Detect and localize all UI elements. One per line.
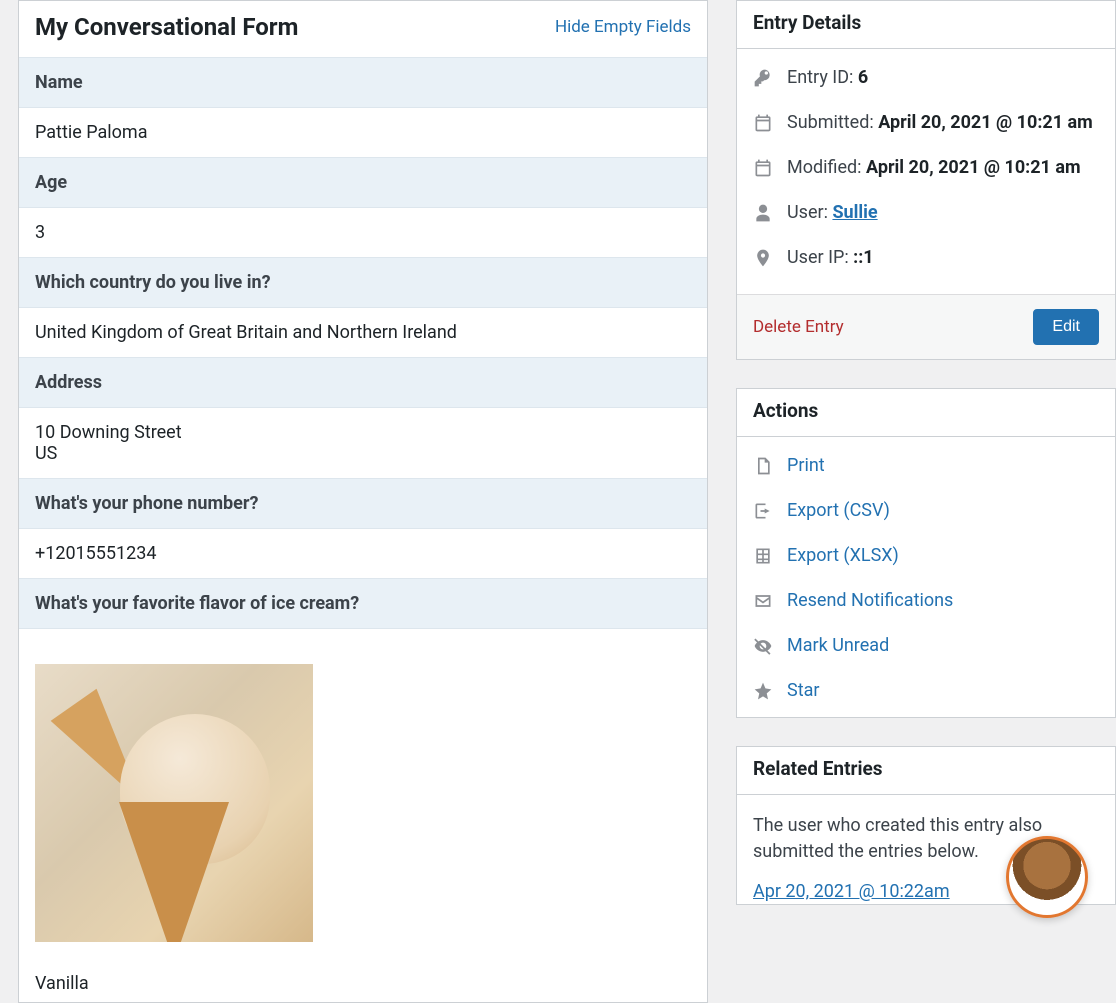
action-print[interactable]: Print	[753, 455, 1099, 476]
form-title: My Conversational Form	[35, 13, 298, 41]
action-resend-notifications[interactable]: Resend Notifications	[753, 590, 1099, 611]
field-label-address: Address	[19, 357, 707, 408]
entry-id-row: Entry ID: 6	[753, 67, 1099, 88]
user-row: User: Sullie	[753, 202, 1099, 223]
spreadsheet-icon	[753, 546, 773, 566]
form-entry-panel: My Conversational Form Hide Empty Fields…	[18, 0, 708, 1003]
icecream-image	[35, 664, 313, 942]
field-value-country: United Kingdom of Great Britain and Nort…	[19, 308, 707, 357]
delete-entry-link[interactable]: Delete Entry	[753, 317, 844, 337]
key-icon	[753, 68, 773, 88]
field-label-icecream: What's your favorite flavor of ice cream…	[19, 578, 707, 629]
hide-empty-fields-link[interactable]: Hide Empty Fields	[555, 17, 691, 37]
actions-title: Actions	[737, 389, 1115, 437]
calendar-icon	[753, 113, 773, 133]
related-entries-title: Related Entries	[737, 747, 1115, 795]
location-icon	[753, 248, 773, 268]
related-entry-link[interactable]: Apr 20, 2021 @ 10:22am	[753, 881, 950, 902]
entry-details-panel: Entry Details Entry ID: 6 Submitted: Apr…	[736, 0, 1116, 360]
action-export-csv[interactable]: Export (CSV)	[753, 500, 1099, 521]
file-icon	[753, 456, 773, 476]
action-mark-unread[interactable]: Mark Unread	[753, 635, 1099, 656]
field-value-address: 10 Downing Street US	[19, 408, 707, 478]
entry-details-title: Entry Details	[737, 1, 1115, 49]
field-label-phone: What's your phone number?	[19, 478, 707, 529]
user-icon	[753, 203, 773, 223]
help-avatar-badge[interactable]	[1006, 836, 1088, 918]
field-label-country: Which country do you live in?	[19, 257, 707, 308]
field-value-name: Pattie Paloma	[19, 108, 707, 157]
icecream-text: Vanilla	[35, 973, 89, 994]
field-value-icecream: Vanilla	[19, 629, 707, 1002]
field-label-age: Age	[19, 157, 707, 208]
export-icon	[753, 501, 773, 521]
field-value-phone: +12015551234	[19, 529, 707, 578]
star-icon	[753, 681, 773, 701]
user-link[interactable]: Sullie	[832, 202, 877, 223]
field-value-age: 3	[19, 208, 707, 257]
action-star[interactable]: Star	[753, 680, 1099, 701]
calendar-icon	[753, 158, 773, 178]
edit-button[interactable]: Edit	[1033, 309, 1099, 345]
userip-row: User IP: ::1	[753, 247, 1099, 268]
actions-panel: Actions Print Export (CSV)	[736, 388, 1116, 718]
eye-slash-icon	[753, 636, 773, 656]
action-export-xlsx[interactable]: Export (XLSX)	[753, 545, 1099, 566]
envelope-icon	[753, 591, 773, 611]
modified-row: Modified: April 20, 2021 @ 10:21 am	[753, 157, 1099, 178]
field-label-name: Name	[19, 57, 707, 108]
submitted-row: Submitted: April 20, 2021 @ 10:21 am	[753, 112, 1099, 133]
